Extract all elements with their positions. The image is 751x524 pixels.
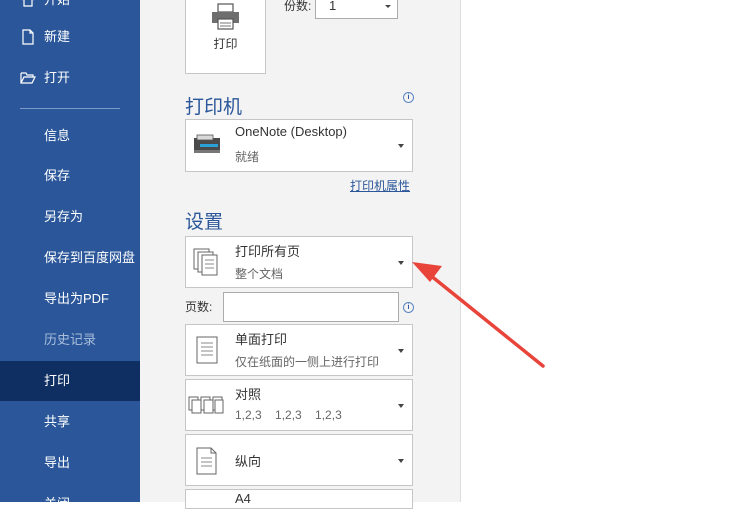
- pages-stack-icon: [193, 248, 218, 276]
- printer-name: OneNote (Desktop): [235, 124, 347, 139]
- folder-open-icon: [20, 72, 36, 84]
- info-icon[interactable]: i: [403, 302, 414, 313]
- collate-select[interactable]: 对照 1,2,3 1,2,3 1,2,3: [185, 379, 413, 431]
- sidebar-item-export-pdf[interactable]: 导出为PDF: [0, 279, 140, 319]
- printer-status: 就绪: [235, 150, 260, 164]
- settings-section-title: 设置: [185, 212, 224, 233]
- orientation-main: 纵向: [235, 454, 262, 469]
- collate-sub: 1,2,3 1,2,3 1,2,3: [235, 408, 342, 422]
- sidebar-item-new[interactable]: 新建: [0, 17, 140, 57]
- sidebar-item-open[interactable]: 打开: [0, 58, 140, 98]
- pages-label: 页数:: [185, 300, 213, 314]
- sidebar-divider: [20, 108, 120, 109]
- home-icon: [22, 0, 34, 7]
- print-button-label: 打印: [213, 37, 238, 51]
- new-document-icon: [22, 29, 34, 45]
- sidebar-item-label: 导出: [44, 455, 71, 470]
- sidebar-item-close[interactable]: 关闭: [0, 484, 140, 524]
- sidebar-item-info[interactable]: 信息: [0, 116, 140, 156]
- chevron-down-icon: [398, 349, 404, 353]
- sidebar-item-save-to-baidu-netdisk[interactable]: 保存到百度网盘: [0, 238, 140, 278]
- print-range-sub: 整个文档: [235, 267, 284, 281]
- print-range-select[interactable]: 打印所有页 整个文档: [185, 236, 413, 288]
- sidebar-item-label: 开始: [44, 0, 70, 7]
- printer-device-icon: [194, 134, 220, 153]
- printer-icon: [212, 3, 239, 30]
- single-sided-page-icon: [196, 336, 218, 364]
- watermark-brand-suffix: 经验: [676, 434, 724, 462]
- paw-logo-icon: [645, 425, 669, 454]
- sidebar-item-label: 信息: [44, 128, 71, 143]
- collate-main: 对照: [235, 387, 262, 402]
- paper-size-select[interactable]: A4: [185, 489, 413, 509]
- chevron-down-icon: [398, 459, 404, 463]
- chevron-down-icon: [398, 404, 404, 408]
- sides-main: 单面打印: [235, 332, 288, 347]
- chevron-down-icon: [398, 144, 404, 148]
- sidebar-item-label: 导出为PDF: [44, 291, 110, 306]
- sidebar-item-save[interactable]: 保存: [0, 156, 140, 196]
- sidebar-item-label: 新建: [44, 29, 71, 44]
- sidebar-item-export[interactable]: 导出: [0, 443, 140, 483]
- sidebar-item-share[interactable]: 共享: [0, 402, 140, 442]
- collated-pages-icon: [188, 396, 224, 414]
- watermark-brand: Bai: [580, 420, 641, 460]
- sidebar-item-label: 保存到百度网盘: [44, 250, 136, 265]
- copies-value: 1: [329, 0, 337, 13]
- spinner-down-icon[interactable]: [385, 5, 391, 8]
- sidebar-item-label: 共享: [44, 414, 71, 429]
- sides-select[interactable]: 单面打印 仅在纸面的一侧上进行打印: [185, 324, 413, 376]
- sides-sub: 仅在纸面的一侧上进行打印: [235, 355, 380, 369]
- chevron-down-icon: [398, 261, 404, 265]
- sidebar-item-label: 历史记录: [44, 332, 97, 347]
- orientation-select[interactable]: 纵向: [185, 434, 413, 486]
- print-range-main: 打印所有页: [235, 244, 301, 259]
- sidebar-item-label: 保存: [44, 168, 71, 183]
- print-button[interactable]: 打印: [185, 0, 266, 74]
- info-icon[interactable]: i: [403, 92, 414, 103]
- sidebar-item-save-as[interactable]: 另存为: [0, 197, 140, 237]
- printer-select[interactable]: OneNote (Desktop) 就绪: [185, 119, 413, 172]
- printer-section-title: 打印机: [185, 97, 243, 118]
- copies-spinner[interactable]: 1: [315, 0, 398, 19]
- watermark-url: jingyan.baidu.com: [612, 467, 705, 478]
- backstage-sidebar: 开始 新建 打开 信息 保存 另存为 保存到百度网盘 导出为PDF 历史记录 打…: [0, 0, 140, 511]
- sidebar-item-print[interactable]: 打印: [0, 361, 140, 401]
- copies-label: 份数:: [284, 0, 312, 13]
- paper-size-main: A4: [235, 491, 251, 506]
- sidebar-item-label: 关闭: [44, 496, 71, 511]
- sidebar-item-history: 历史记录: [0, 320, 140, 360]
- printer-properties-link[interactable]: 打印机属性: [350, 177, 410, 194]
- sidebar-item-label: 另存为: [44, 209, 84, 224]
- portrait-page-icon: [196, 447, 217, 475]
- sidebar-item-label: 打印: [44, 373, 71, 388]
- sidebar-item-label: 打开: [44, 70, 71, 85]
- pages-input[interactable]: [223, 292, 399, 322]
